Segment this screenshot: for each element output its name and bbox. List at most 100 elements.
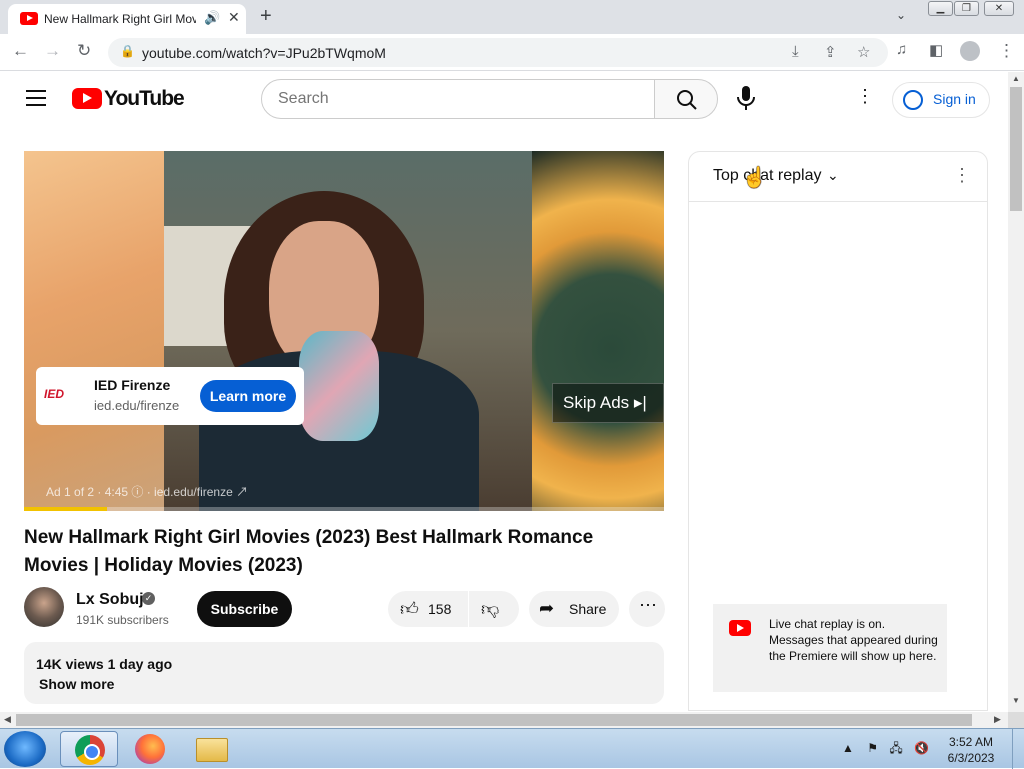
video-player[interactable]: IED IED Firenze ied.edu/firenze Learn mo… — [24, 151, 664, 511]
chrome-icon — [75, 735, 105, 765]
clock-time: 3:52 AM — [948, 735, 994, 749]
lock-icon[interactable]: 🔒 — [120, 44, 135, 58]
volume-muted-icon[interactable]: 🔇 — [914, 741, 929, 755]
like-button[interactable]: 👍︎ 158 — [388, 591, 468, 627]
clock-date: 6/3/2023 — [947, 751, 995, 765]
scroll-left-arrow-icon[interactable]: ◀ — [4, 714, 11, 725]
tab-search-chevron-icon[interactable]: ⌄ — [896, 8, 906, 22]
views-and-date: 14K views 1 day ago — [36, 656, 173, 672]
install-app-icon[interactable]: ⤓ — [792, 43, 799, 60]
taskbar-clock[interactable]: 3:52 AM 6/3/2023 — [936, 734, 1006, 766]
profile-avatar-icon[interactable] — [960, 41, 980, 61]
share-button[interactable]: ➦ Share — [529, 591, 619, 627]
vertical-scrollbar[interactable]: ▲ ▼ — [1008, 72, 1024, 712]
new-tab-button[interactable]: + — [260, 5, 272, 28]
youtube-logo-text[interactable]: YouTube — [104, 87, 185, 111]
minimize-button[interactable]: ▁ — [928, 1, 953, 16]
network-icon[interactable]: 🖧 — [889, 741, 902, 755]
share-label: Share — [569, 601, 607, 617]
microphone-icon[interactable] — [734, 84, 758, 112]
system-tray[interactable]: ▲ ⚑ 🖧 🔇 — [842, 739, 929, 760]
share-page-icon[interactable]: ⇪ — [824, 43, 837, 61]
chat-mode-selector[interactable]: Top chat replay — [713, 167, 822, 185]
share-arrow-icon: ➦ — [539, 598, 555, 618]
windows-taskbar: ▲ ⚑ 🖧 🔇 3:52 AM 6/3/2023 — [0, 728, 1024, 769]
ad-card[interactable]: IED IED Firenze ied.edu/firenze Learn mo… — [36, 367, 304, 425]
horizontal-scroll-thumb[interactable] — [16, 714, 972, 726]
channel-avatar[interactable] — [24, 587, 64, 627]
description-box[interactable]: 14K views 1 day ago Show more — [24, 642, 664, 704]
ad-progress-fill — [24, 507, 108, 511]
ad-logo: IED — [44, 387, 65, 401]
ad-advertiser-domain[interactable]: ied.edu/firenze — [94, 398, 179, 413]
video-frame-left — [24, 151, 164, 511]
thumbs-down-icon: 👎︎ — [481, 599, 500, 619]
dislike-button[interactable]: 👎︎ — [469, 591, 519, 627]
scroll-up-arrow-icon[interactable]: ▲ — [1012, 74, 1020, 83]
channel-name[interactable]: Lx Sobuj — [76, 591, 144, 609]
search-icon — [677, 90, 697, 110]
browser-tab-strip: New Hallmark Right Girl Movies (2023) Be… — [0, 0, 1024, 34]
search-button[interactable] — [654, 79, 718, 119]
horizontal-scrollbar[interactable]: ◀ ▶ — [0, 712, 1008, 728]
video-person-scarf — [299, 331, 379, 441]
like-count: 158 — [428, 601, 452, 617]
sign-in-label: Sign in — [933, 91, 976, 107]
chat-options-icon[interactable]: ⋮ — [953, 165, 971, 186]
subscribe-button[interactable]: Subscribe — [197, 591, 292, 627]
browser-tab[interactable]: New Hallmark Right Girl Movies (2023) Be… — [8, 4, 246, 34]
more-horizontal-icon: ⋯ — [639, 595, 658, 615]
media-control-icon[interactable]: ♫ — [896, 41, 907, 58]
taskbar-firefox-button[interactable] — [120, 731, 178, 767]
ad-progress-bar[interactable] — [24, 507, 664, 511]
learn-more-button[interactable]: Learn more — [200, 380, 296, 412]
taskbar-explorer-button[interactable] — [182, 731, 240, 767]
folder-icon — [196, 738, 228, 762]
hand-cursor-icon: ☝ — [742, 167, 767, 189]
settings-kebab-icon[interactable]: ⋮ — [856, 86, 874, 107]
ad-info-line[interactable]: Ad 1 of 2 · 4:45 ⓘ · ied.edu/firenze ↗ — [46, 483, 248, 500]
skip-ads-button[interactable]: Skip Ads ▸| — [552, 383, 664, 423]
back-arrow-icon[interactable]: ← — [12, 41, 29, 61]
live-chat-panel: Top chat replay ⌄ ⋮ Live chat replay is … — [688, 151, 988, 711]
bookmark-star-icon[interactable]: ☆ — [857, 43, 870, 61]
tab-audio-icon[interactable]: 🔊 — [204, 10, 220, 26]
search-box[interactable] — [261, 79, 655, 119]
start-button[interactable] — [4, 731, 46, 767]
restore-button[interactable]: ❐ — [954, 1, 979, 16]
close-tab-icon[interactable]: ✕ — [228, 9, 240, 26]
address-bar[interactable]: 🔒 youtube.com/watch?v=JPu2bTWqmoM ⤓ ⇪ ☆ — [108, 38, 888, 67]
chat-replay-text: Live chat replay is on. Messages that ap… — [769, 617, 938, 663]
firefox-icon — [135, 734, 165, 764]
show-more-link[interactable]: Show more — [39, 676, 114, 692]
subscriber-count: 191K subscribers — [76, 613, 169, 627]
hamburger-menu-icon[interactable] — [26, 90, 46, 106]
tab-title: New Hallmark Right Girl Movies (2023) Be… — [44, 12, 196, 26]
ad-advertiser-name[interactable]: IED Firenze — [94, 377, 170, 393]
browser-menu-icon[interactable]: ⋮ — [998, 41, 1015, 61]
chevron-down-icon[interactable]: ⌄ — [827, 167, 839, 184]
youtube-logo-icon[interactable] — [72, 88, 102, 109]
close-window-button[interactable]: ✕ — [984, 1, 1014, 16]
account-icon — [903, 90, 923, 110]
tray-expand-icon[interactable]: ▲ — [842, 741, 854, 755]
action-center-icon[interactable]: ⚑ — [867, 741, 878, 755]
sign-in-button[interactable]: Sign in — [892, 82, 990, 118]
vertical-scroll-thumb[interactable] — [1010, 87, 1022, 211]
verified-check-icon: ✓ — [142, 592, 155, 605]
scrollbar-corner — [1008, 712, 1024, 728]
more-actions-button[interactable]: ⋯ — [629, 591, 665, 627]
scroll-down-arrow-icon[interactable]: ▼ — [1012, 696, 1020, 705]
forward-arrow-icon[interactable]: → — [44, 41, 61, 61]
chat-header: Top chat replay ⌄ ⋮ — [689, 152, 987, 202]
chat-replay-notice: Live chat replay is on. Messages that ap… — [713, 604, 947, 692]
side-panel-icon[interactable]: ◧ — [929, 41, 943, 59]
scroll-right-arrow-icon[interactable]: ▶ — [994, 714, 1001, 725]
taskbar-chrome-button[interactable] — [60, 731, 118, 767]
reload-icon[interactable]: ↻ — [77, 41, 91, 61]
browser-toolbar: ← → ↻ 🔒 youtube.com/watch?v=JPu2bTWqmoM … — [0, 34, 1024, 71]
search-input[interactable] — [278, 90, 638, 108]
show-desktop-button[interactable] — [1012, 729, 1024, 769]
url-text: youtube.com/watch?v=JPu2bTWqmoM — [142, 45, 386, 61]
youtube-favicon-icon — [20, 12, 38, 25]
